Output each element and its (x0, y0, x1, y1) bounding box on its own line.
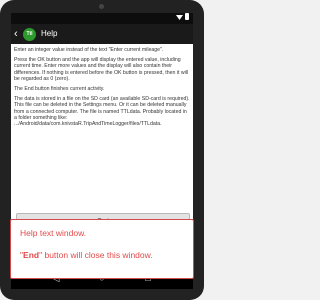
callout-line1: Help text window. (20, 228, 87, 238)
app-bar: ‹ Ttl Help (11, 24, 193, 44)
battery-icon (185, 13, 189, 20)
callout-line2: "End" button will close this window. (20, 250, 153, 260)
callout-line2-bold: End (23, 250, 40, 260)
help-paragraph: Enter an integer value instead of the te… (14, 47, 164, 53)
callout-line2-suffix: " button will close this window. (39, 250, 153, 260)
help-text: Enter an integer value instead of the te… (14, 47, 190, 131)
page-title: Help (41, 29, 58, 38)
status-icons (176, 13, 189, 20)
camera-dot (99, 4, 104, 9)
help-paragraph: Press the OK button and the app will dis… (14, 57, 189, 82)
app-logo-icon: Ttl (23, 28, 36, 41)
help-paragraph: The End button finishes current activity… (14, 86, 105, 93)
callout-box: Help text window. "End" button will clos… (10, 219, 194, 279)
help-paragraph: The data is stored in a file on the SD c… (14, 96, 190, 128)
back-icon[interactable]: ‹ (14, 27, 18, 41)
wifi-icon (176, 14, 183, 20)
status-bar (11, 13, 193, 24)
